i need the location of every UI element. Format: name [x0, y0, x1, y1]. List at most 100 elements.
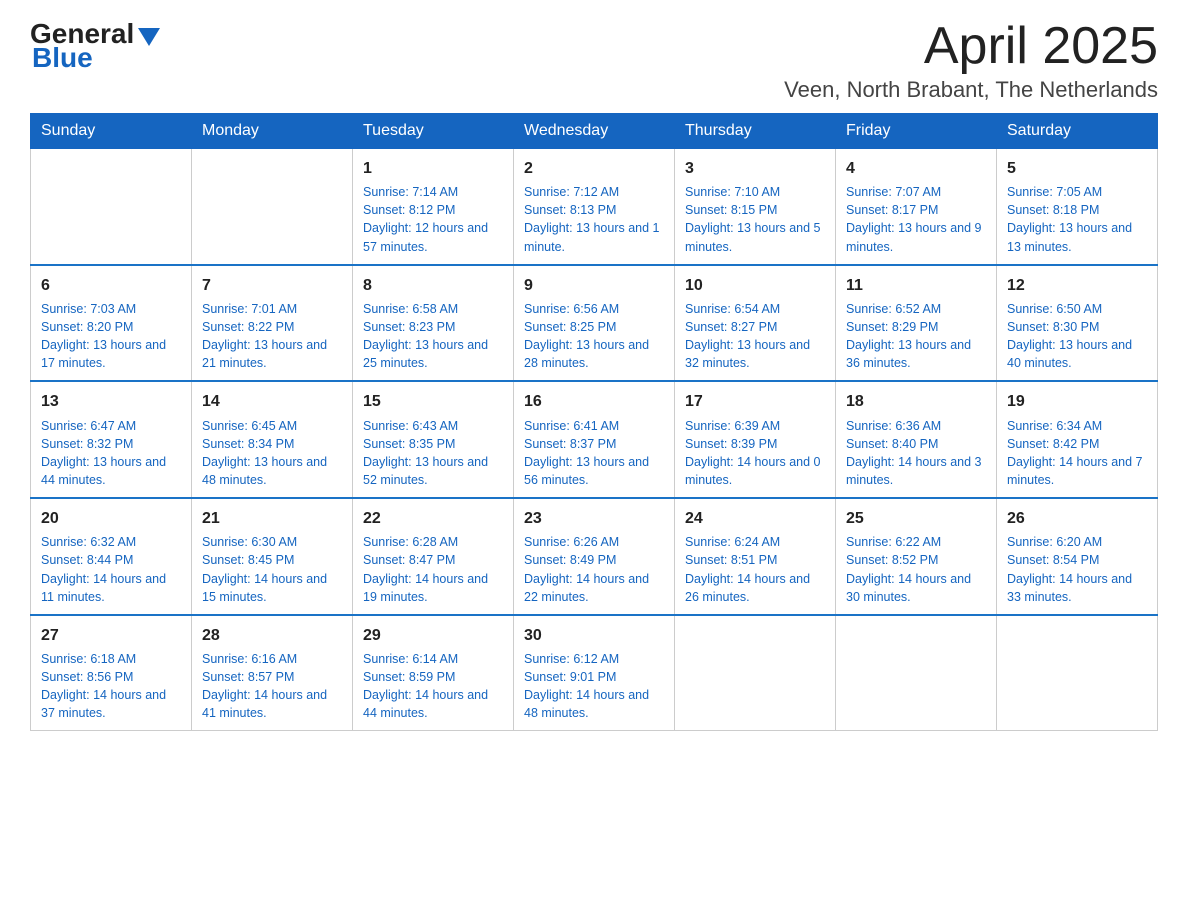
calendar-cell: 19 Sunrise: 6:34 AMSunset: 8:42 PMDayligh…	[997, 381, 1158, 498]
day-number: 25	[846, 507, 986, 530]
logo-triangle-icon	[138, 28, 160, 46]
calendar-week-row: 27 Sunrise: 6:18 AMSunset: 8:56 PMDayligh…	[31, 615, 1158, 731]
day-number: 14	[202, 390, 342, 413]
sun-info: Sunrise: 7:12 AMSunset: 8:13 PMDaylight:…	[524, 183, 664, 256]
calendar-cell: 25 Sunrise: 6:22 AMSunset: 8:52 PMDayligh…	[836, 498, 997, 615]
calendar-header-saturday: Saturday	[997, 114, 1158, 149]
day-number: 16	[524, 390, 664, 413]
sun-info: Sunrise: 7:05 AMSunset: 8:18 PMDaylight:…	[1007, 183, 1147, 256]
calendar-cell: 23 Sunrise: 6:26 AMSunset: 8:49 PMDayligh…	[514, 498, 675, 615]
calendar-cell: 24 Sunrise: 6:24 AMSunset: 8:51 PMDayligh…	[675, 498, 836, 615]
sun-info: Sunrise: 6:43 AMSunset: 8:35 PMDaylight:…	[363, 417, 503, 490]
calendar-header-tuesday: Tuesday	[353, 114, 514, 149]
calendar-cell: 18 Sunrise: 6:36 AMSunset: 8:40 PMDayligh…	[836, 381, 997, 498]
calendar-cell: 6Sunrise: 7:03 AMSunset: 8:20 PMDaylight…	[31, 265, 192, 382]
calendar-week-row: 20Sunrise: 6:32 AMSunset: 8:44 PMDayligh…	[31, 498, 1158, 615]
calendar-header-thursday: Thursday	[675, 114, 836, 149]
day-number: 9	[524, 274, 664, 297]
calendar-cell: 26Sunrise: 6:20 AMSunset: 8:54 PMDayligh…	[997, 498, 1158, 615]
day-number: 15	[363, 390, 503, 413]
location-label: Veen, North Brabant, The Netherlands	[784, 77, 1158, 103]
sun-info: Sunrise: 6:18 AMSunset: 8:56 PMDaylight:…	[41, 650, 181, 723]
day-number: 22	[363, 507, 503, 530]
sun-info: Sunrise: 6:26 AMSunset: 8:49 PMDaylight:…	[524, 533, 664, 606]
sun-info: Sunrise: 7:14 AMSunset: 8:12 PMDaylight:…	[363, 183, 503, 256]
calendar-cell	[192, 149, 353, 265]
calendar-cell: 11 Sunrise: 6:52 AMSunset: 8:29 PMDayligh…	[836, 265, 997, 382]
sun-info: Sunrise: 6:58 AMSunset: 8:23 PMDaylight:…	[363, 300, 503, 373]
calendar-cell: 14Sunrise: 6:45 AMSunset: 8:34 PMDayligh…	[192, 381, 353, 498]
logo-blue: Blue	[32, 44, 93, 72]
day-number: 26	[1007, 507, 1147, 530]
sun-info: Sunrise: 7:07 AMSunset: 8:17 PMDaylight:…	[846, 183, 986, 256]
title-section: April 2025 Veen, North Brabant, The Neth…	[784, 20, 1158, 103]
sun-info: Sunrise: 6:34 AMSunset: 8:42 PMDaylight:…	[1007, 417, 1147, 490]
sun-info: Sunrise: 6:39 AMSunset: 8:39 PMDaylight:…	[685, 417, 825, 490]
calendar-cell: 28 Sunrise: 6:16 AMSunset: 8:57 PMDayligh…	[192, 615, 353, 731]
calendar-cell	[836, 615, 997, 731]
calendar-cell: 21 Sunrise: 6:30 AMSunset: 8:45 PMDayligh…	[192, 498, 353, 615]
calendar-cell: 13 Sunrise: 6:47 AMSunset: 8:32 PMDayligh…	[31, 381, 192, 498]
month-title: April 2025	[784, 20, 1158, 72]
day-number: 13	[41, 390, 181, 413]
day-number: 1	[363, 157, 503, 180]
calendar-cell	[997, 615, 1158, 731]
day-number: 24	[685, 507, 825, 530]
calendar-cell: 27 Sunrise: 6:18 AMSunset: 8:56 PMDayligh…	[31, 615, 192, 731]
sun-info: Sunrise: 6:56 AMSunset: 8:25 PMDaylight:…	[524, 300, 664, 373]
calendar-header-sunday: Sunday	[31, 114, 192, 149]
calendar-cell: 12Sunrise: 6:50 AMSunset: 8:30 PMDayligh…	[997, 265, 1158, 382]
sun-info: Sunrise: 6:22 AMSunset: 8:52 PMDaylight:…	[846, 533, 986, 606]
day-number: 18	[846, 390, 986, 413]
day-number: 29	[363, 624, 503, 647]
calendar-cell: 30 Sunrise: 6:12 AMSunset: 9:01 PMDayligh…	[514, 615, 675, 731]
sun-info: Sunrise: 6:52 AMSunset: 8:29 PMDaylight:…	[846, 300, 986, 373]
sun-info: Sunrise: 6:16 AMSunset: 8:57 PMDaylight:…	[202, 650, 342, 723]
day-number: 17	[685, 390, 825, 413]
day-number: 4	[846, 157, 986, 180]
calendar-cell: 9 Sunrise: 6:56 AMSunset: 8:25 PMDaylight…	[514, 265, 675, 382]
calendar-cell: 2 Sunrise: 7:12 AMSunset: 8:13 PMDaylight…	[514, 149, 675, 265]
calendar-week-row: 1 Sunrise: 7:14 AMSunset: 8:12 PMDaylight…	[31, 149, 1158, 265]
day-number: 23	[524, 507, 664, 530]
calendar-header-friday: Friday	[836, 114, 997, 149]
sun-info: Sunrise: 6:47 AMSunset: 8:32 PMDaylight:…	[41, 417, 181, 490]
day-number: 21	[202, 507, 342, 530]
calendar-cell: 20Sunrise: 6:32 AMSunset: 8:44 PMDayligh…	[31, 498, 192, 615]
calendar-cell: 8 Sunrise: 6:58 AMSunset: 8:23 PMDaylight…	[353, 265, 514, 382]
day-number: 5	[1007, 157, 1147, 180]
calendar-cell: 5 Sunrise: 7:05 AMSunset: 8:18 PMDaylight…	[997, 149, 1158, 265]
day-number: 30	[524, 624, 664, 647]
day-number: 28	[202, 624, 342, 647]
sun-info: Sunrise: 6:12 AMSunset: 9:01 PMDaylight:…	[524, 650, 664, 723]
calendar-cell: 16 Sunrise: 6:41 AMSunset: 8:37 PMDayligh…	[514, 381, 675, 498]
calendar-header-monday: Monday	[192, 114, 353, 149]
sun-info: Sunrise: 7:03 AMSunset: 8:20 PMDaylight:…	[41, 300, 181, 373]
day-number: 27	[41, 624, 181, 647]
day-number: 12	[1007, 274, 1147, 297]
day-number: 19	[1007, 390, 1147, 413]
sun-info: Sunrise: 6:36 AMSunset: 8:40 PMDaylight:…	[846, 417, 986, 490]
sun-info: Sunrise: 6:28 AMSunset: 8:47 PMDaylight:…	[363, 533, 503, 606]
sun-info: Sunrise: 6:14 AMSunset: 8:59 PMDaylight:…	[363, 650, 503, 723]
calendar-cell	[31, 149, 192, 265]
calendar-cell: 4 Sunrise: 7:07 AMSunset: 8:17 PMDaylight…	[836, 149, 997, 265]
calendar-header-wednesday: Wednesday	[514, 114, 675, 149]
calendar-week-row: 6Sunrise: 7:03 AMSunset: 8:20 PMDaylight…	[31, 265, 1158, 382]
calendar-cell: 10Sunrise: 6:54 AMSunset: 8:27 PMDayligh…	[675, 265, 836, 382]
calendar-week-row: 13 Sunrise: 6:47 AMSunset: 8:32 PMDayligh…	[31, 381, 1158, 498]
sun-info: Sunrise: 6:54 AMSunset: 8:27 PMDaylight:…	[685, 300, 825, 373]
day-number: 2	[524, 157, 664, 180]
sun-info: Sunrise: 6:41 AMSunset: 8:37 PMDaylight:…	[524, 417, 664, 490]
calendar-cell: 17 Sunrise: 6:39 AMSunset: 8:39 PMDayligh…	[675, 381, 836, 498]
calendar-table: SundayMondayTuesdayWednesdayThursdayFrid…	[30, 113, 1158, 731]
logo: General Blue	[30, 20, 160, 72]
day-number: 11	[846, 274, 986, 297]
sun-info: Sunrise: 7:10 AMSunset: 8:15 PMDaylight:…	[685, 183, 825, 256]
day-number: 20	[41, 507, 181, 530]
day-number: 8	[363, 274, 503, 297]
sun-info: Sunrise: 6:24 AMSunset: 8:51 PMDaylight:…	[685, 533, 825, 606]
calendar-cell	[675, 615, 836, 731]
calendar-cell: 7Sunrise: 7:01 AMSunset: 8:22 PMDaylight…	[192, 265, 353, 382]
sun-info: Sunrise: 6:30 AMSunset: 8:45 PMDaylight:…	[202, 533, 342, 606]
